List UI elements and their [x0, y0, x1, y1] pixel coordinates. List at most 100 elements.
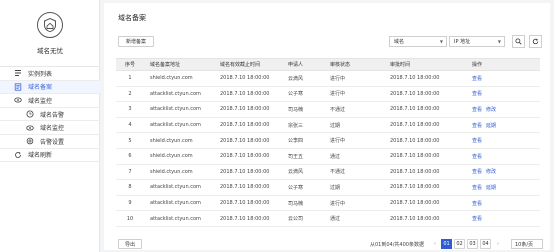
page-title: 域名备案	[118, 14, 146, 22]
sidebar-item-domain-record[interactable]: 域名备案	[0, 80, 100, 95]
row-actions: 查看 修改	[460, 168, 540, 175]
sidebar-item-domain-alert[interactable]: 域名告警	[0, 108, 100, 122]
row-expire-time: 2018.7.10 18:00:00	[220, 200, 270, 207]
row-actions: 查看	[460, 137, 540, 144]
row-actions: 查看 延期	[460, 184, 540, 191]
row-status: 过期	[330, 184, 341, 191]
table-row: 8 attacklist.ctyun.com 2018.7.10 18:00:00 公…	[116, 180, 540, 196]
row-actions: 查看	[460, 153, 540, 160]
row-applicant: 云滴风	[288, 169, 304, 176]
sidebar-item-label: 域名监控	[28, 97, 53, 105]
field-select[interactable]: 域名 ▼	[389, 36, 447, 47]
row-applicant: 司马楠	[288, 106, 304, 113]
header-approved: 审批时间	[390, 62, 411, 68]
ip-select[interactable]: IP 地址 ▼	[449, 36, 505, 47]
row-applicant: 司王五	[288, 153, 304, 160]
row-status: 通过	[330, 153, 341, 160]
row-applicant: 司马楠	[288, 200, 304, 207]
row-applicant: 云滴风	[288, 75, 304, 82]
row-applicant: 宗张三	[288, 122, 304, 129]
row-status: 进行中	[330, 138, 346, 145]
row-actions: 查看	[460, 75, 540, 82]
row-action-link[interactable]: 查看	[472, 185, 482, 191]
total-count: 从01到04/共400条数据	[370, 242, 424, 248]
row-action-link[interactable]: 延期	[486, 185, 496, 191]
table-row: 1 shield.ctyun.com 2018.7.10 18:00:00 云滴风 进行…	[116, 71, 540, 87]
row-action-link[interactable]: 查看	[472, 76, 482, 82]
row-applicant: 公子寒	[288, 184, 304, 191]
table-header: 序号 域名备案地址 域名有效截止时间 申请人 审核状态 审批时间 操作	[116, 58, 540, 71]
row-approved-time: 2018.7.10 18:00:00	[390, 184, 440, 191]
header-no: 序号	[124, 62, 135, 68]
sidebar-item-instance-list[interactable]: 实例列表	[0, 67, 100, 81]
row-action-link[interactable]: 查看	[472, 123, 482, 129]
sidebar-item-domain-refresh[interactable]: 域名刷新	[0, 149, 100, 163]
row-action-link[interactable]: 修改	[486, 107, 496, 113]
caret-down-icon: ▼	[497, 39, 501, 44]
row-approved-time: 2018.7.10 18:00:00	[390, 75, 440, 82]
search-icon	[515, 38, 522, 45]
row-actions: 查看 延期	[460, 122, 540, 129]
search-button[interactable]	[512, 35, 525, 48]
row-number: 3	[128, 106, 132, 113]
row-actions: 查看 修改	[460, 106, 540, 113]
ip-select-value: IP 地址	[454, 39, 471, 45]
page-size-select[interactable]: 10条/页	[511, 239, 543, 249]
export-button[interactable]: 导出	[118, 239, 142, 249]
sidebar-item-label: 域名监控	[40, 125, 65, 133]
row-action-link[interactable]: 查看	[472, 107, 482, 113]
table-row: 2 attacklist.ctyun.com 2018.7.10 18:00:00 公…	[116, 87, 540, 103]
row-domain: attacklist.ctyun.com	[150, 106, 201, 113]
row-expire-time: 2018.7.10 18:00:00	[220, 184, 270, 191]
next-page-button[interactable]: ›	[494, 239, 502, 249]
row-number: 2	[128, 90, 132, 97]
row-action-link[interactable]: 查看	[472, 138, 482, 144]
table-row: 4 attacklist.ctyun.com 2018.7.10 18:00:00 宗…	[116, 118, 540, 134]
refresh-button[interactable]	[529, 35, 542, 48]
row-action-link[interactable]: 查看	[472, 91, 482, 97]
row-status: 通过	[330, 216, 341, 223]
row-approved-time: 2018.7.10 18:00:00	[390, 137, 440, 144]
row-status: 不通过	[330, 106, 346, 113]
page-02[interactable]: 02	[454, 239, 465, 249]
row-domain: attacklist.ctyun.com	[150, 90, 201, 97]
row-number: 7	[128, 168, 132, 175]
row-domain: shield.ctyun.com	[150, 168, 193, 175]
row-status: 过期	[330, 122, 341, 129]
row-status: 不通过	[330, 169, 346, 176]
caret-down-icon: ▼	[439, 39, 443, 44]
row-action-link[interactable]: 修改	[486, 169, 496, 175]
refresh-icon	[14, 151, 22, 159]
page-04[interactable]: 04	[480, 239, 491, 249]
row-status: 进行中	[330, 200, 346, 207]
row-action-link[interactable]: 查看	[472, 169, 482, 175]
page-03[interactable]: 03	[467, 239, 478, 249]
row-expire-time: 2018.7.10 18:00:00	[220, 106, 270, 113]
row-domain: attacklist.ctyun.com	[150, 200, 201, 207]
row-approved-time: 2018.7.10 18:00:00	[390, 200, 440, 207]
row-actions: 查看	[460, 90, 540, 97]
row-action-link[interactable]: 查看	[472, 201, 482, 207]
row-status: 进行中	[330, 91, 346, 98]
row-action-link[interactable]: 延期	[486, 123, 496, 129]
table-row: 10 attacklist.ctyun.com 2018.7.10 18:00:00…	[116, 211, 540, 227]
row-domain: shield.ctyun.com	[150, 153, 193, 160]
prev-page-button[interactable]: ‹	[431, 239, 439, 249]
sidebar-item-alert-settings[interactable]: 告警设置	[0, 135, 100, 149]
row-number: 6	[128, 153, 132, 160]
row-action-link[interactable]: 查看	[472, 216, 482, 222]
table-body: 1 shield.ctyun.com 2018.7.10 18:00:00 云滴风 进行…	[116, 71, 540, 227]
row-domain: shield.ctyun.com	[150, 75, 193, 82]
row-action-link[interactable]: 查看	[472, 154, 482, 160]
gear-icon	[26, 137, 34, 145]
sidebar-item-domain-monitor[interactable]: 域名监控	[0, 94, 100, 108]
row-actions: 查看	[460, 215, 540, 222]
page-01[interactable]: 01	[441, 239, 452, 249]
table-row: 3 attacklist.ctyun.com 2018.7.10 18:00:00 司…	[116, 102, 540, 118]
row-number: 1	[128, 75, 132, 82]
add-record-button[interactable]: 新增备案	[118, 36, 154, 47]
sidebar-item-domain-monitor-sub[interactable]: 域名监控	[0, 121, 100, 135]
row-approved-time: 2018.7.10 18:00:00	[390, 168, 440, 175]
header-domain: 域名备案地址	[150, 62, 181, 68]
record-table: 序号 域名备案地址 域名有效截止时间 申请人 审核状态 审批时间 操作 1 shi…	[116, 58, 540, 227]
